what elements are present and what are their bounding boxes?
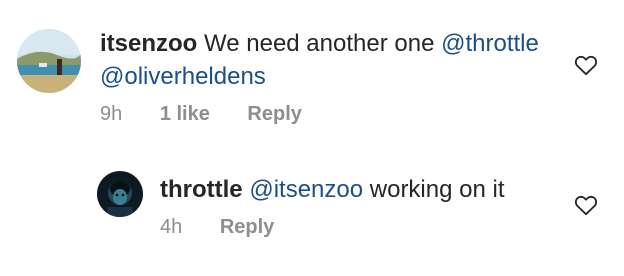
comment-body: throttle @itsenzoo working on it <box>160 173 560 206</box>
reply-button[interactable]: Reply <box>220 216 274 238</box>
username-itsenzoo[interactable]: itsenzoo <box>100 30 197 57</box>
timestamp: 9h <box>100 103 123 125</box>
timestamp: 4h <box>160 216 183 238</box>
reply-button[interactable]: Reply <box>247 103 301 125</box>
heart-outline-icon[interactable] <box>574 194 598 216</box>
comment-body: itsenzoo We need another one @throttle @… <box>100 27 560 93</box>
avatar-throttle[interactable] <box>97 171 143 217</box>
comment-itsenzoo: itsenzoo We need another one @throttle @… <box>0 0 624 140</box>
heart-outline-icon[interactable] <box>574 54 598 76</box>
comment-throttle: throttle @itsenzoo working on it 4h Repl… <box>0 160 624 276</box>
comment-meta: 9h 1 like Reply <box>100 103 334 126</box>
likes-count[interactable]: 1 like <box>160 103 210 125</box>
comment-text: working on it <box>363 176 505 203</box>
avatar-itsenzoo[interactable] <box>17 29 81 93</box>
username-throttle[interactable]: throttle <box>160 176 243 203</box>
comment-meta: 4h Reply <box>160 216 306 239</box>
comment-text: We need another one <box>204 30 442 57</box>
mention-itsenzoo[interactable]: @itsenzoo <box>249 176 363 203</box>
mention-oliverheldens[interactable]: @oliverheldens <box>100 63 266 90</box>
mention-throttle[interactable]: @throttle <box>441 30 539 57</box>
